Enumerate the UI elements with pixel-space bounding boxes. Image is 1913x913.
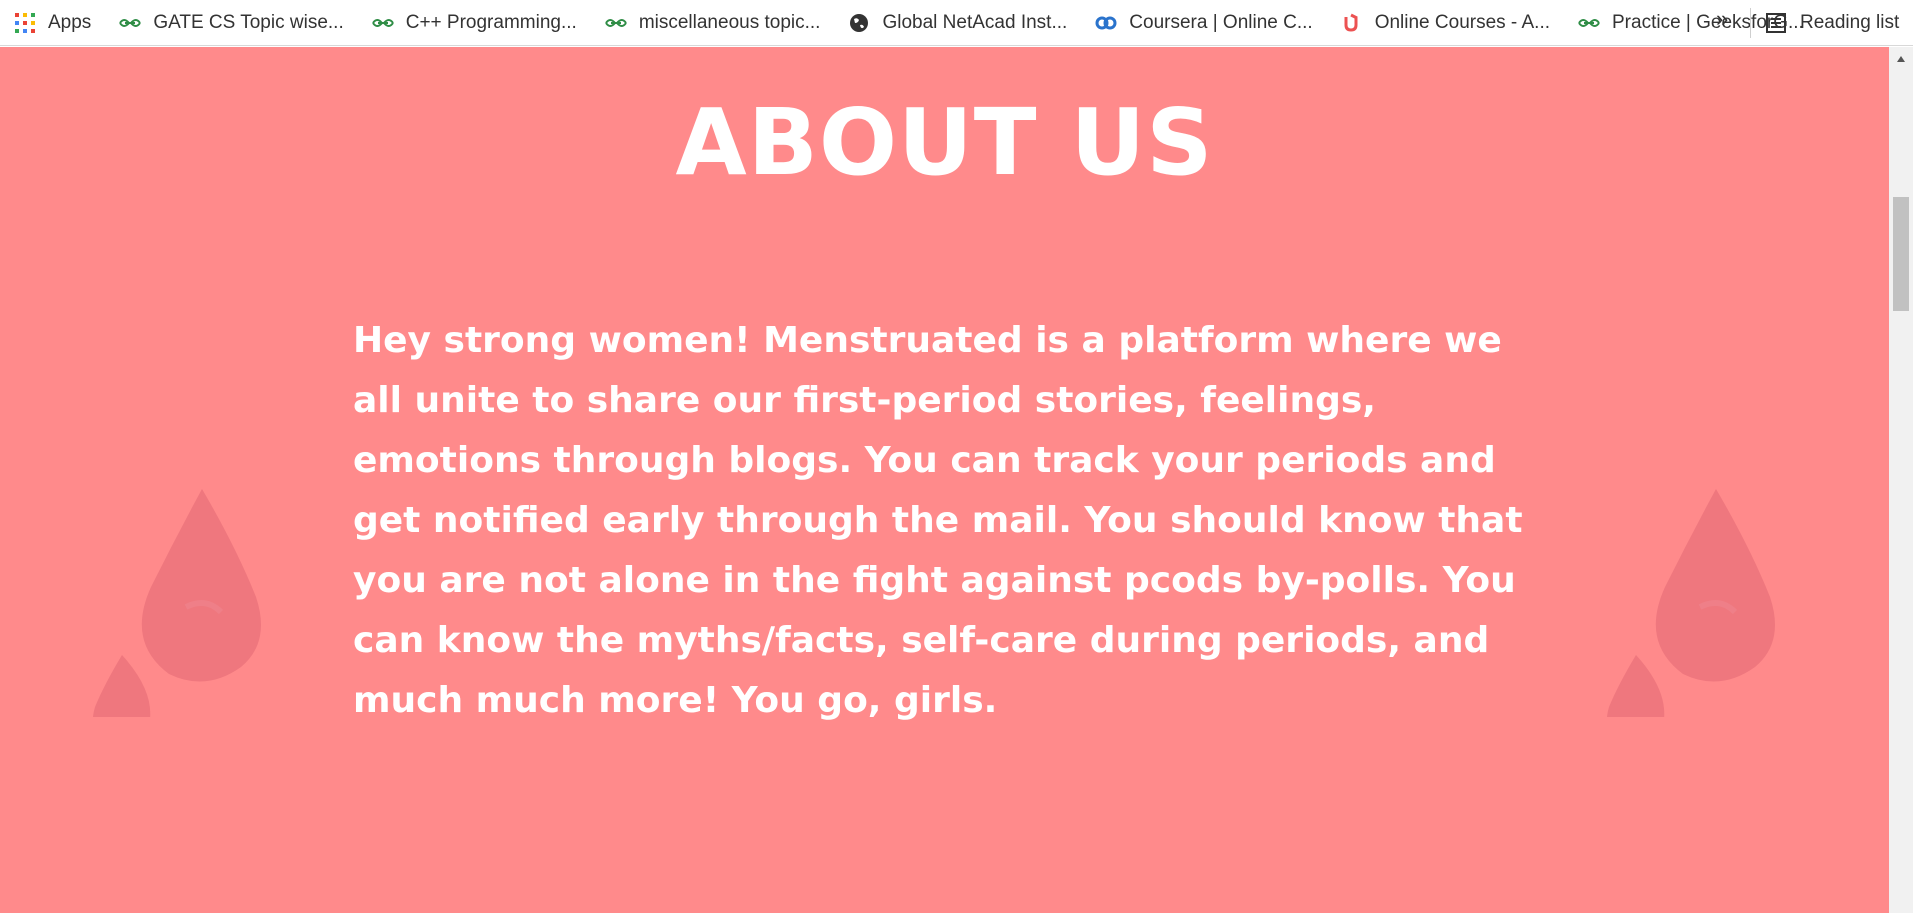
bookmarks-overflow-button[interactable]: » [1716,6,1728,32]
bookmark-global-netacad[interactable]: Global NetAcad Inst... [848,12,1067,34]
vertical-scrollbar[interactable] [1889,47,1913,913]
coursera-icon [1095,12,1117,34]
bookmark-label: GATE CS Topic wise... [153,11,344,33]
scrollbar-thumb[interactable] [1893,197,1909,311]
bookmark-label: Coursera | Online C... [1129,11,1313,33]
geeksforgeeks-icon [1578,12,1600,34]
page-title: ABOUT US [675,89,1214,196]
bookmark-miscellaneous[interactable]: miscellaneous topic... [604,11,821,34]
reading-list-button[interactable]: Reading list [1766,0,1899,46]
bookmarks-bar: Apps GATE CS Topic wise... C++ Programmi… [0,0,1913,46]
bookmark-cpp-programming[interactable]: C++ Programming... [371,11,577,34]
bookmarks-divider [1750,8,1751,38]
bookmark-label: Global NetAcad Inst... [882,11,1068,33]
globe-icon [848,12,870,34]
reading-list-label: Reading list [1800,12,1900,33]
geeksforgeeks-icon [371,12,394,34]
apps-grid-icon [14,12,36,34]
reading-list-icon [1766,13,1786,33]
blood-drops-left-icon [86,437,276,744]
bookmark-apps[interactable]: Apps [14,12,91,34]
blood-drops-right-icon [1600,437,1790,744]
scroll-up-arrow-icon[interactable] [1889,47,1913,71]
bookmark-label: Apps [48,11,92,33]
about-section: ABOUT US Hey strong women! Menstruated i… [0,47,1889,913]
bookmark-label: C++ Programming... [405,11,577,33]
bookmark-gate-cs[interactable]: GATE CS Topic wise... [119,11,344,34]
bookmark-udemy[interactable]: Online Courses - A... [1341,12,1550,34]
about-description: Hey strong women! Menstruated is a platf… [353,320,1523,721]
bookmark-label: miscellaneous topic... [638,11,821,33]
geeksforgeeks-icon [604,12,627,34]
udemy-icon [1341,12,1363,34]
bookmark-label: Online Courses - A... [1374,11,1550,33]
bookmark-coursera[interactable]: Coursera | Online C... [1095,11,1313,34]
geeksforgeeks-icon [119,12,142,34]
